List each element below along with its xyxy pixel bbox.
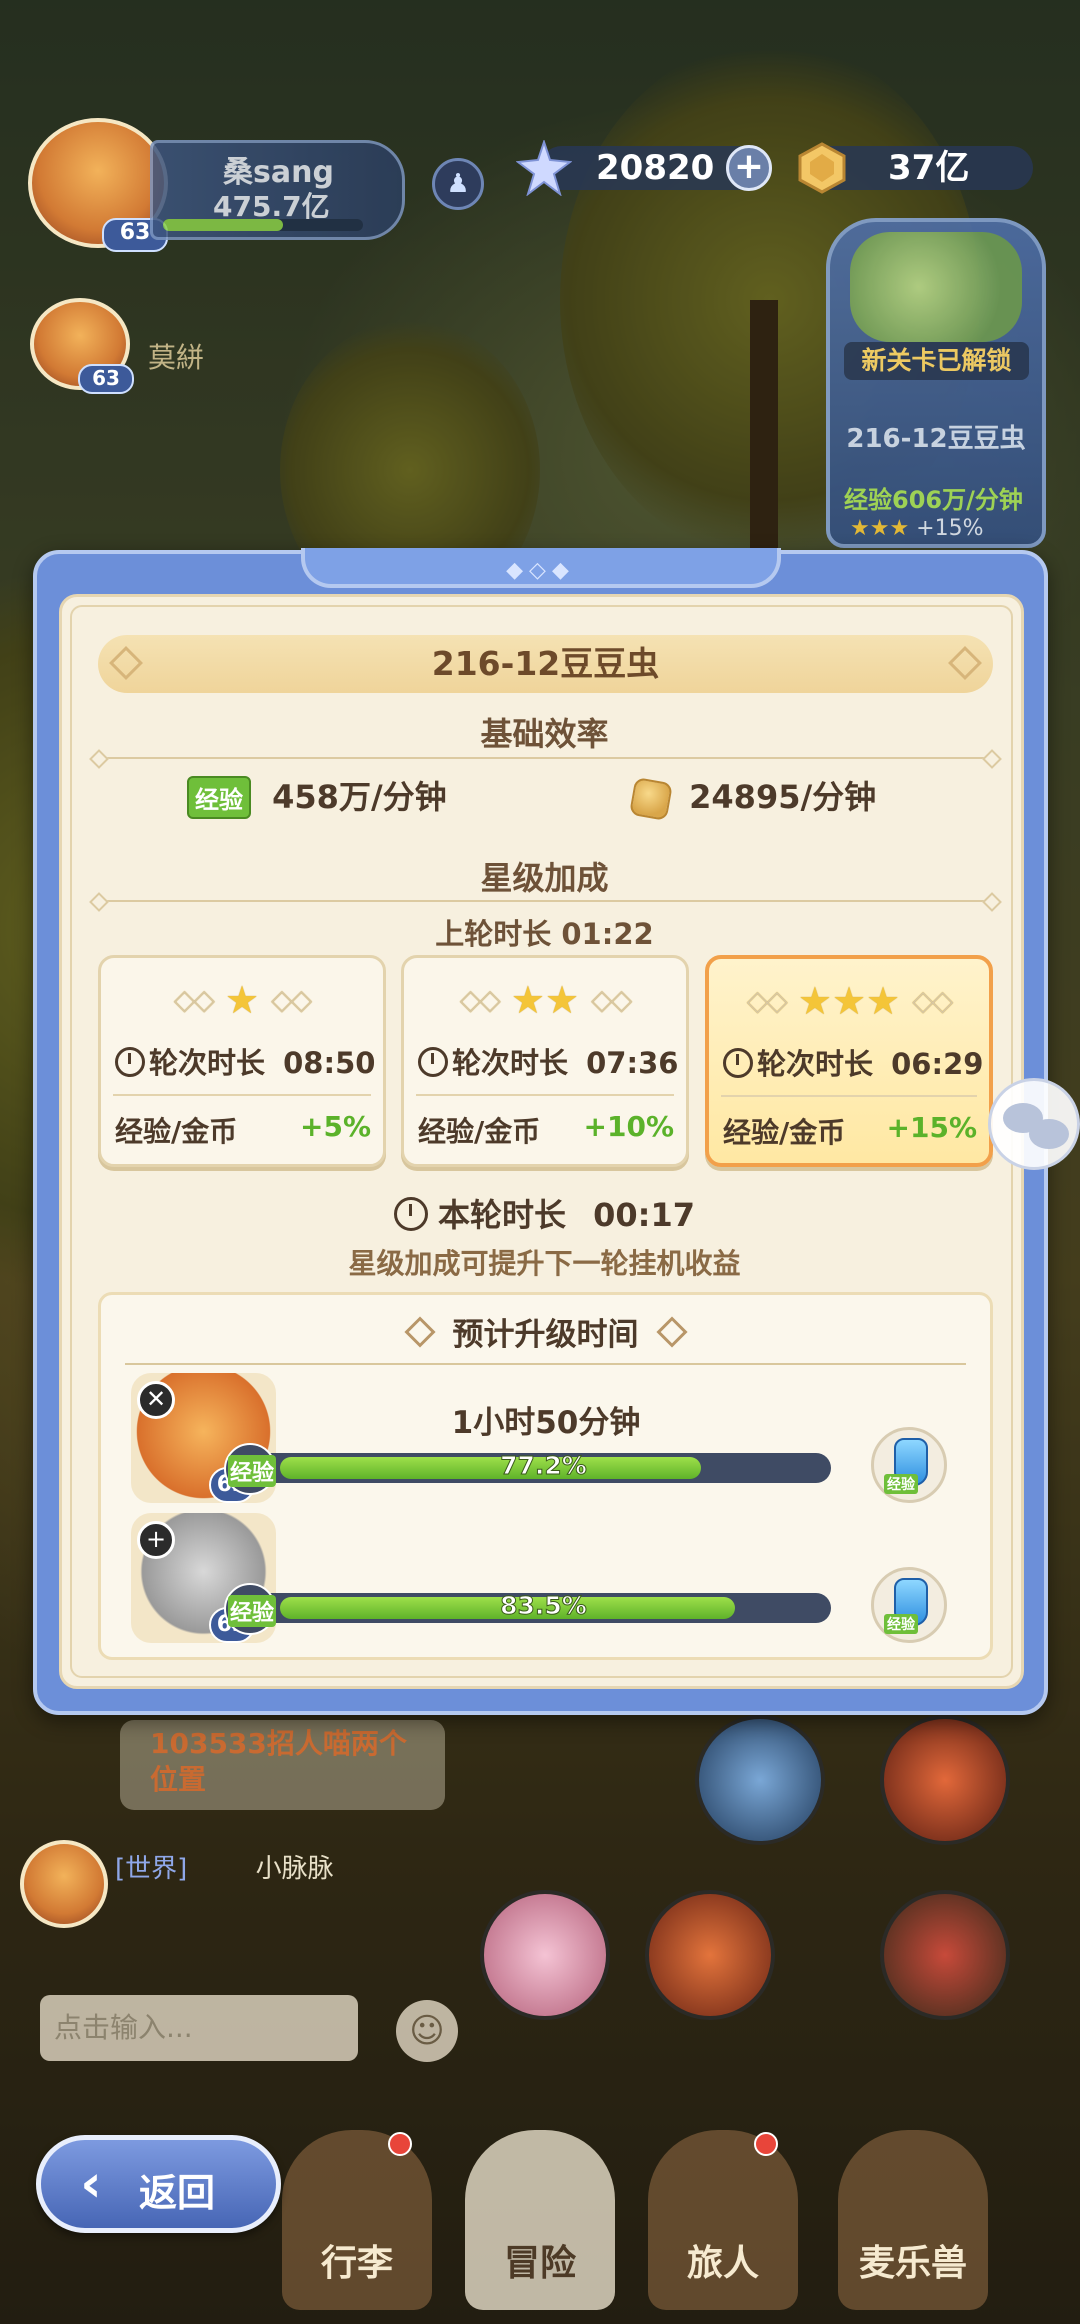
tier-duration: 08:50 xyxy=(283,1046,376,1080)
tier-duration-label: 轮次时长 xyxy=(757,1047,874,1081)
stage-widget[interactable]: 新关卡已解锁 216-12豆豆虫 经验606万/分钟 ★★★ +15% xyxy=(826,218,1046,548)
diamond-deco-icon: ◆◇◆ xyxy=(506,558,575,583)
nav-pets-label: 麦乐兽 xyxy=(858,2243,967,2284)
stage-widget-exp-rate: 经验606万/分钟 xyxy=(844,486,1023,514)
back-button-label: 返回 xyxy=(139,2171,216,2215)
gold-coin-icon xyxy=(798,142,846,194)
skill-slot-2[interactable] xyxy=(880,1715,1010,1845)
gold-coin-icon xyxy=(628,776,674,822)
tier-bonus: +5% xyxy=(300,1110,371,1143)
clock-icon xyxy=(115,1047,145,1077)
back-arrow-icon: ‹ xyxy=(80,2154,102,2214)
player-avatar[interactable]: 63 xyxy=(28,118,168,252)
clock-icon xyxy=(393,1197,428,1231)
hero-upgrade-eta: 1小时50分钟 xyxy=(451,1405,641,1441)
friend-avatar[interactable]: 63 xyxy=(30,298,134,394)
stage-title-bar: 216-12豆豆虫 xyxy=(98,635,993,693)
tier-bonus-label: 经验/金币 xyxy=(115,1115,238,1148)
modal-panel: 216-12豆豆虫 基础效率 经验 458万/分钟 24895/分钟 星级加成 … xyxy=(59,594,1024,1689)
clock-icon xyxy=(418,1047,448,1077)
current-round-duration: 本轮时长 00:17 xyxy=(62,1190,1027,1236)
exp-rate: 经验 458万/分钟 xyxy=(187,772,447,819)
gold-amount: 37亿 xyxy=(888,148,970,188)
hero-exp-bar: 经验 77.2% xyxy=(224,1443,831,1495)
world-user: 小脉脉 xyxy=(255,1854,334,1884)
chat-bubble-icon[interactable] xyxy=(988,1078,1080,1170)
star-icon: ★ xyxy=(224,978,260,1022)
tier-bonus-label: 经验/金币 xyxy=(418,1115,541,1148)
nav-baggage-label: 行李 xyxy=(320,2243,393,2284)
upgrade-title: 预计升级时间 xyxy=(452,1317,639,1353)
skill-slot-4[interactable] xyxy=(645,1890,775,2020)
world-map-icon xyxy=(850,232,1022,342)
nav-baggage[interactable]: 行李 xyxy=(282,2130,432,2310)
tier-bonus: +10% xyxy=(583,1110,674,1143)
hero-exp-bar: 经验 83.5% xyxy=(224,1583,831,1635)
star-bonus-title: 星级加成 xyxy=(480,859,609,897)
chat-input[interactable]: 点击输入... xyxy=(40,1995,358,2061)
base-efficiency-title: 基础效率 xyxy=(480,715,609,753)
exp-potion-button[interactable]: 经验 xyxy=(871,1567,947,1643)
world-chat-avatar[interactable] xyxy=(20,1840,108,1928)
friend-level-badge: 63 xyxy=(78,364,134,394)
nav-pets[interactable]: 麦乐兽 xyxy=(838,2130,988,2310)
skill-slot-5[interactable] xyxy=(880,1890,1010,2020)
star-bonus-hint: 星级加成可提升下一轮挂机收益 xyxy=(348,1247,741,1280)
player-exp-bar xyxy=(163,219,363,231)
nav-travelers-label: 旅人 xyxy=(686,2243,759,2284)
recruit-message: 103533招人喵两个位置 xyxy=(150,1727,407,1796)
star-tier-1: ◇◇ ★ ◇◇ 轮次时长 08:50 经验/金币 +5% xyxy=(98,955,386,1167)
skill-slot-3[interactable] xyxy=(480,1890,610,2020)
world-tag: [世界] xyxy=(115,1854,188,1884)
stage-widget-bonus: ★★★ +15% xyxy=(850,516,984,541)
diamond-icon xyxy=(655,1316,688,1348)
warrior-class-icon: ✕ xyxy=(137,1381,175,1419)
hero-exp-percent: 83.5% xyxy=(500,1591,588,1621)
exp-tag: 经验 xyxy=(187,776,251,819)
star-icon: ★★ xyxy=(510,978,580,1022)
world-chat-line: [世界] 小脉脉 xyxy=(115,1848,334,1885)
idle-efficiency-modal: ◆◇◆ 216-12豆豆虫 基础效率 经验 458万/分钟 24895/分钟 星… xyxy=(33,548,1048,1715)
nav-adventure-label: 冒险 xyxy=(503,2243,576,2284)
tier-bonus-label: 经验/金币 xyxy=(723,1116,846,1149)
skill-slot-1[interactable] xyxy=(695,1715,825,1845)
clock-icon xyxy=(723,1048,753,1078)
nav-adventure[interactable]: 冒险 xyxy=(465,2130,615,2310)
exp-potion-button[interactable]: 经验 xyxy=(871,1427,947,1503)
gold-rate: 24895/分钟 xyxy=(628,772,877,822)
tier-duration-label: 轮次时长 xyxy=(452,1046,569,1080)
new-stage-unlocked: 新关卡已解锁 xyxy=(844,342,1029,380)
back-button[interactable]: ‹ 返回 xyxy=(36,2135,281,2233)
exp-rate-value: 458万/分钟 xyxy=(272,778,447,816)
emoji-icon[interactable]: ☺ xyxy=(396,2000,458,2062)
notification-dot xyxy=(388,2132,412,2156)
gold-currency: 37亿 xyxy=(798,142,1033,194)
gold-rate-value: 24895/分钟 xyxy=(689,778,877,816)
healer-class-icon: + xyxy=(137,1521,175,1559)
diamond-icon xyxy=(403,1316,436,1348)
add-gems-button[interactable]: + xyxy=(726,145,772,191)
tier-duration: 06:29 xyxy=(891,1047,984,1081)
tier-duration-label: 轮次时长 xyxy=(149,1046,266,1080)
stage-title: 216-12豆豆虫 xyxy=(431,644,660,683)
tier-duration: 07:36 xyxy=(586,1046,679,1080)
hero-exp-percent: 77.2% xyxy=(500,1451,588,1481)
gem-amount: 20820 xyxy=(596,148,715,188)
stage-widget-name: 216-12豆豆虫 xyxy=(846,424,1026,454)
star-icon: ★★★ xyxy=(797,979,901,1023)
upgrade-estimate-box: 预计升级时间 ✕ 63 1小时50分钟 经验 77.2% 经验 + 63 xyxy=(98,1292,993,1660)
crystal-star-icon xyxy=(516,140,572,196)
star-tier-3: ◇◇ ★★★ ◇◇ 轮次时长 06:29 经验/金币 +15% xyxy=(705,955,993,1167)
chat-message: 103533招人喵两个位置 xyxy=(120,1720,445,1810)
friend-name: 莫絣 xyxy=(148,341,205,374)
outfit-icon[interactable]: ♟ xyxy=(432,158,484,210)
last-round-duration: 上轮时长 01:22 xyxy=(435,917,654,951)
star-tier-2: ◇◇ ★★ ◇◇ 轮次时长 07:36 经验/金币 +10% xyxy=(401,955,689,1167)
notification-dot xyxy=(754,2132,778,2156)
tier-bonus: +15% xyxy=(886,1111,977,1144)
nav-travelers[interactable]: 旅人 xyxy=(648,2130,798,2310)
player-name-plate[interactable]: 桑sang 475.7亿 xyxy=(150,140,405,240)
